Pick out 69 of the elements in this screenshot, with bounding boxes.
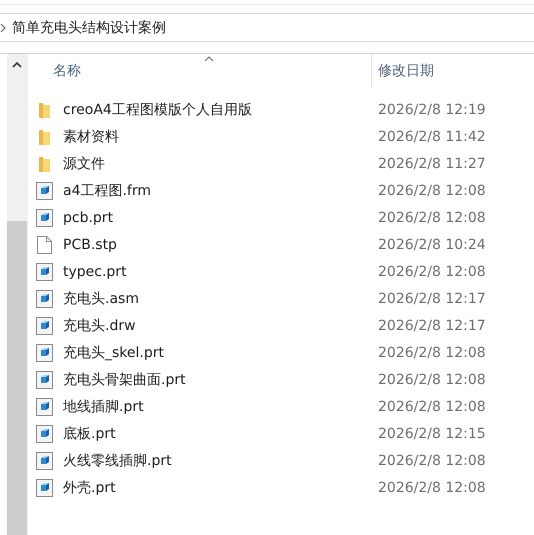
file-icon — [36, 370, 52, 388]
modified-date: 2026/2/8 10:24 — [377, 236, 486, 252]
file-icon — [36, 316, 52, 334]
file-row[interactable]: 充电头.drw 2026/2/8 12:17 — [28, 312, 534, 339]
modified-date: 2026/2/8 12:08 — [377, 398, 486, 414]
file-row[interactable]: 地线插脚.prt 2026/2/8 12:08 — [28, 393, 534, 420]
file-name: 充电头.drw — [63, 316, 136, 334]
file-icon — [36, 398, 52, 416]
file-row[interactable]: PCB.stp 2026/2/8 10:24 — [28, 231, 534, 258]
modified-date: 2026/2/8 12:17 — [377, 290, 486, 306]
modified-date: 2026/2/8 12:08 — [377, 210, 486, 226]
modified-date: 2026/2/8 12:08 — [377, 480, 486, 496]
file-icon — [36, 182, 52, 200]
modified-date: 2026/2/8 11:27 — [377, 156, 486, 172]
file-row[interactable]: 充电头.asm 2026/2/8 12:17 — [28, 285, 534, 312]
file-name: 外壳.prt — [63, 478, 116, 496]
sort-ascending-icon — [204, 56, 214, 62]
modified-date: 2026/2/8 12:08 — [377, 182, 486, 198]
modified-date: 2026/2/8 12:08 — [377, 344, 486, 360]
file-icon — [36, 236, 52, 254]
file-icon — [36, 208, 52, 226]
file-row[interactable]: 源文件 2026/2/8 11:27 — [28, 150, 534, 177]
column-header[interactable]: 名称 — [28, 54, 372, 88]
file-row[interactable]: 底板.prt 2026/2/8 12:15 — [28, 420, 534, 447]
scroll-up-icon[interactable] — [12, 62, 22, 68]
modified-date: 2026/2/8 12:08 — [377, 452, 486, 468]
file-row[interactable]: creoA4工程图模版个人自用版 2026/2/8 12:19 — [28, 96, 534, 123]
file-name: typec.prt — [63, 264, 127, 280]
file-row[interactable]: 素材资料 2026/2/8 11:42 — [28, 123, 534, 150]
file-icon — [36, 424, 52, 442]
file-name: PCB.stp — [63, 236, 117, 252]
file-name: 地线插脚.prt — [63, 398, 144, 416]
file-row[interactable]: 充电头_skel.prt 2026/2/8 12:08 — [28, 339, 534, 366]
file-row[interactable]: typec.prt 2026/2/8 12:08 — [28, 258, 534, 285]
file-name: creoA4工程图模版个人自用版 — [63, 100, 252, 118]
file-row[interactable]: a4工程图.frm 2026/2/8 12:08 — [28, 177, 534, 204]
modified-date: 2026/2/8 12:08 — [377, 264, 486, 280]
file-name: 素材资料 — [63, 128, 119, 146]
file-icon — [36, 344, 52, 362]
file-icon — [36, 452, 52, 470]
modified-date: 2026/2/8 11:42 — [377, 128, 486, 144]
file-row[interactable]: 外壳.prt 2026/2/8 12:08 — [28, 474, 534, 501]
file-icon — [36, 478, 52, 496]
breadcrumb-path[interactable]: 简单充电头结构设计案例 — [12, 18, 166, 36]
modified-date: 2026/2/8 12:08 — [377, 372, 486, 388]
column-header[interactable]: 修改日期 — [372, 54, 522, 88]
scrollbar[interactable] — [7, 54, 27, 535]
scroll-thumb[interactable] — [7, 221, 27, 535]
modified-date: 2026/2/8 12:17 — [377, 318, 486, 334]
modified-date: 2026/2/8 12:19 — [377, 102, 486, 118]
chevron-right-icon[interactable] — [0, 22, 6, 32]
file-name: 充电头.asm — [63, 290, 139, 308]
file-name: 底板.prt — [63, 424, 116, 442]
file-name: 充电头_skel.prt — [63, 344, 164, 362]
folder-icon — [36, 100, 52, 118]
modified-date: 2026/2/8 12:15 — [377, 426, 486, 442]
file-row[interactable]: 充电头骨架曲面.prt 2026/2/8 12:08 — [28, 366, 534, 393]
file-name: 火线零线插脚.prt — [63, 452, 172, 470]
file-row[interactable]: 火线零线插脚.prt 2026/2/8 12:08 — [28, 447, 534, 474]
address-bar[interactable]: 简单充电头结构设计案例 — [0, 13, 534, 42]
file-name: pcb.prt — [63, 210, 114, 226]
file-name: a4工程图.frm — [63, 182, 152, 200]
file-icon — [36, 262, 52, 280]
file-row[interactable]: pcb.prt 2026/2/8 12:08 — [28, 204, 534, 231]
folder-icon — [36, 154, 52, 172]
file-name: 充电头骨架曲面.prt — [63, 370, 186, 388]
file-icon — [36, 290, 52, 308]
file-name: 源文件 — [63, 154, 105, 172]
folder-icon — [36, 128, 52, 146]
